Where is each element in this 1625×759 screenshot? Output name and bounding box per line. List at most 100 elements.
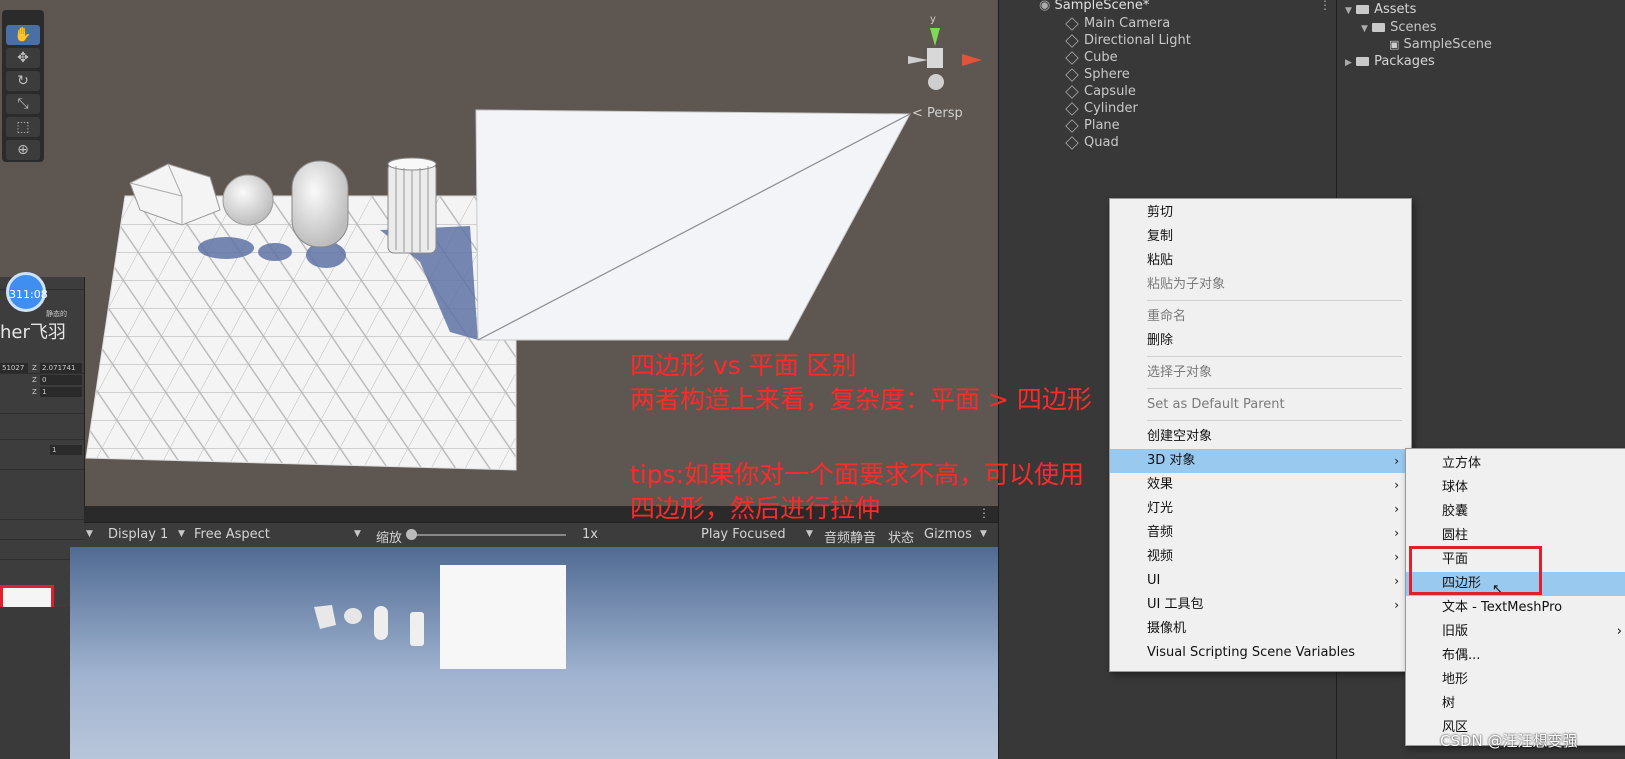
submenu-arrow-icon: › [1394,574,1399,588]
submenu-arrow-icon: › [1394,598,1399,612]
submenu-item-cube[interactable]: 立方体 [1406,452,1625,476]
menu-item-select-children[interactable]: 选择子对象 [1110,361,1411,385]
menu-item-paste[interactable]: 粘贴 [1110,249,1411,273]
menu-separator [1147,388,1402,389]
menu-item-create-empty[interactable]: 创建空对象 [1110,425,1411,449]
menu-item-label: 音频 [1147,525,1174,540]
gizmos-button[interactable]: Gizmos [924,527,972,542]
scenes-folder[interactable]: ▼ Scenes [1361,20,1436,35]
submenu-item-capsule[interactable]: 胶囊 [1406,500,1625,524]
display-dropdown[interactable]: Display 1 [108,527,168,542]
play-mode-arrow-icon[interactable]: ▼ [806,529,813,539]
rotate-tool-icon[interactable]: ↻ [6,71,40,91]
menu-item-audio[interactable]: 音频 › [1110,521,1411,545]
x-field[interactable]: 51027 [0,363,28,373]
dropdown-arrow-icon[interactable]: ▼ [86,529,93,539]
z-field-3[interactable]: 1 [40,387,82,397]
more-options-icon[interactable]: ⋮ [978,506,990,520]
scale-slider-thumb[interactable] [406,529,417,540]
hierarchy-item[interactable]: Quad [1065,135,1119,150]
menu-item-ui[interactable]: UI › [1110,569,1411,593]
menu-item-delete[interactable]: 删除 [1110,329,1411,353]
menu-item-video[interactable]: 视频 › [1110,545,1411,569]
menu-item-set-default-parent[interactable]: Set as Default Parent [1110,393,1411,417]
menu-item-visual-scripting[interactable]: Visual Scripting Scene Variables [1110,641,1411,665]
transform-tool-icon[interactable]: ⊕ [6,140,40,160]
menu-separator [1147,300,1402,301]
aspect-dropdown[interactable]: Free Aspect [194,527,270,542]
submenu-item-textmeshpro[interactable]: 文本 - TextMeshPro [1406,596,1625,620]
gizmos-arrow-icon[interactable]: ▼ [980,529,987,539]
scale-slider-track[interactable] [408,534,566,536]
hierarchy-item[interactable]: Directional Light [1065,33,1191,48]
move-tool-icon[interactable]: ✥ [6,48,40,68]
hierarchy-item[interactable]: Cylinder [1065,101,1138,116]
menu-item-effects[interactable]: 效果 › [1110,473,1411,497]
expand-arrow-icon[interactable]: ▼ [1361,24,1368,34]
extra-field[interactable]: 1 [50,445,82,455]
sample-scene-asset[interactable]: ▣ SampleScene [1389,37,1492,52]
hierarchy-item-label: Plane [1084,118,1120,133]
z-field-2[interactable]: 0 [40,375,82,385]
annotation-line-2: 两者构造上来看，复杂度：平面 > 四边形 [630,385,1092,414]
hierarchy-item-label: Main Camera [1084,16,1171,31]
assets-label: Assets [1374,2,1417,17]
hand-tool-icon[interactable]: ✋ [6,25,40,45]
scene-root[interactable]: ◉ SampleScene* [1039,0,1149,13]
packages-folder[interactable]: ▶ Packages [1345,54,1435,69]
submenu-item-terrain[interactable]: 地形 [1406,668,1625,692]
hierarchy-item[interactable]: Main Camera [1065,16,1171,31]
hierarchy-item[interactable]: Sphere [1065,67,1130,82]
rect-tool-icon[interactable]: ⬚ [6,117,40,137]
submenu-item-sphere[interactable]: 球体 [1406,476,1625,500]
menu-item-paste-as-child[interactable]: 粘贴为子对象 [1110,273,1411,297]
z-field-1[interactable]: 2.071741 [40,363,82,373]
mute-audio-button[interactable]: 音频静音 [824,527,876,546]
timer-badge[interactable]: 311:08 [6,272,48,312]
hierarchy-item[interactable]: Cube [1065,50,1118,65]
aspect-arrow-icon[interactable]: ▼ [354,529,361,539]
submenu-item-cylinder[interactable]: 圆柱 [1406,524,1625,548]
menu-item-copy[interactable]: 复制 [1110,225,1411,249]
scale-tool-icon[interactable]: ⤡ [6,94,40,114]
submenu-item-ragdoll[interactable]: 布偶... [1406,644,1625,668]
quad-object [475,109,911,341]
scene-name: SampleScene* [1054,0,1150,13]
menu-item-3d-object[interactable]: 3D 对象 › [1110,449,1411,473]
folder-icon [1356,57,1370,66]
menu-item-camera[interactable]: 摄像机 [1110,617,1411,641]
scene-render: y [85,14,982,471]
menu-item-label: 创建空对象 [1147,429,1213,444]
menu-item-cut[interactable]: 剪切 [1110,201,1411,225]
highlighted-preview [0,585,54,607]
play-mode-dropdown[interactable]: Play Focused [701,527,786,542]
display-arrow-icon[interactable]: ▼ [178,529,185,539]
submenu-arrow-icon: › [1394,478,1399,492]
menu-item-ui-toolkit[interactable]: UI 工具包 › [1110,593,1411,617]
expand-arrow-icon[interactable]: ▼ [1345,6,1352,16]
submenu-arrow-icon: › [1616,624,1622,639]
submenu-item-legacy[interactable]: 旧版 › [1406,620,1625,644]
orientation-gizmo [908,28,982,90]
persp-label[interactable]: < Persp [912,106,963,121]
scene-view[interactable]: y ✋ ✥ ↻ ⤡ ⬚ ⊕ < Persp [0,0,998,506]
annotation-line-3: tips:如果你对一个面要求不高，可以使用 [630,460,1085,489]
scene-menu-icon[interactable]: ⋮ [1319,0,1331,12]
folder-icon [1356,5,1370,14]
stats-button[interactable]: 状态 [888,527,914,546]
game-view[interactable] [70,547,998,759]
menu-item-label: Set as Default Parent [1147,397,1285,412]
menu-item-light[interactable]: 灯光 › [1110,497,1411,521]
annotation-line-1: 四边形 vs 平面 区别 [630,351,857,380]
menu-item-rename[interactable]: 重命名 [1110,305,1411,329]
hierarchy-item[interactable]: Plane [1065,118,1120,133]
hierarchy-item[interactable]: Capsule [1065,84,1136,99]
menu-item-label: 粘贴 [1147,253,1174,268]
assets-folder[interactable]: ▼ Assets [1345,2,1416,17]
sample-scene-label: SampleScene [1403,37,1492,52]
cube-icon [1065,50,1079,65]
collapse-arrow-icon[interactable]: ▶ [1345,58,1352,68]
submenu-3d-object: 立方体 球体 胶囊 圆柱 平面 四边形 ↖ 文本 - TextMeshPro 旧版… [1405,448,1625,746]
menu-item-label: UI [1147,573,1161,588]
submenu-item-tree[interactable]: 树 [1406,692,1625,716]
